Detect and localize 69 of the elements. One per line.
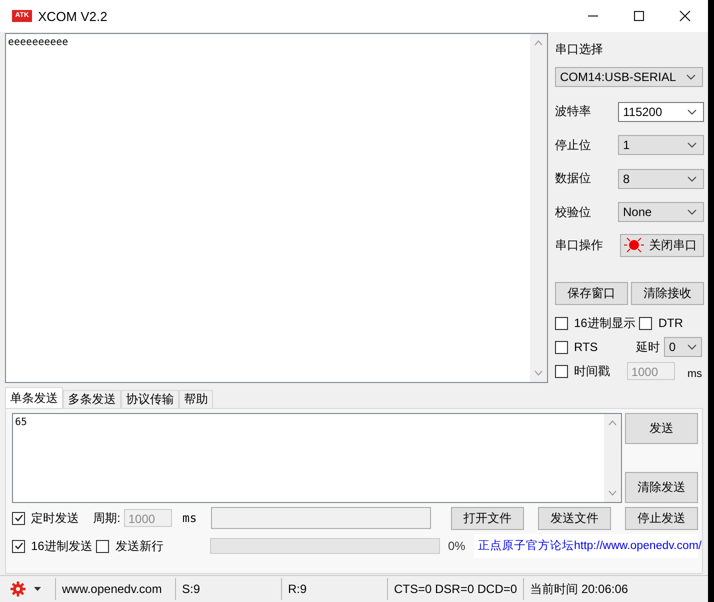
status-text: www.openedv.com <box>56 578 176 600</box>
checkbox[interactable] <box>96 540 110 552</box>
unit-label: ms <box>182 511 197 525</box>
status-text: R:9 <box>282 578 388 600</box>
file-button[interactable]: 发送文件 <box>538 506 611 530</box>
file-button[interactable]: 停止发送 <box>625 506 698 530</box>
checkbox-label: RTS <box>574 340 598 354</box>
tab[interactable]: 单条发送 <box>5 387 63 408</box>
setting-label: 停止位 <box>555 136 591 154</box>
scroll-down-icon <box>608 490 617 496</box>
period-label: 周期: <box>93 510 120 526</box>
checkbox[interactable] <box>555 340 568 354</box>
checkbox-label: 定时发送 <box>31 510 79 526</box>
checkbox[interactable] <box>12 540 25 552</box>
receive-area[interactable]: eeeeeeeeee <box>5 33 548 383</box>
setting-label: 数据位 <box>555 170 591 188</box>
delay-label: 延时 <box>636 338 660 356</box>
setting-dropdown[interactable]: 8 <box>618 168 704 189</box>
send-button[interactable]: 发送 <box>625 413 698 444</box>
checkbox-label: 发送新行 <box>115 538 164 554</box>
maximize-icon <box>633 10 645 22</box>
progress-reading: 0% <box>448 539 466 553</box>
status-text: S:9 <box>176 578 282 600</box>
close-icon <box>679 10 691 22</box>
chevron-down-icon <box>687 344 697 350</box>
setting-dropdown[interactable]: None <box>618 202 704 222</box>
setting-dropdown[interactable]: 115200 <box>618 102 704 122</box>
unit-label: ms <box>687 368 702 380</box>
chevron-down-icon <box>687 108 697 115</box>
delay-dropdown[interactable]: 0 <box>664 337 702 358</box>
tab[interactable]: 协议传输 <box>121 390 179 408</box>
panel-button[interactable]: 保存窗口 <box>555 282 628 306</box>
scroll-down-icon <box>534 370 543 376</box>
checkbox[interactable] <box>639 316 652 330</box>
checkbox-label: 时间戳 <box>574 362 610 380</box>
gear-icon[interactable] <box>10 581 26 597</box>
setting-label: 校验位 <box>555 204 591 220</box>
setting-dropdown[interactable]: 1 <box>618 135 704 156</box>
caret-icon[interactable] <box>34 587 41 591</box>
scrollbar[interactable] <box>530 34 547 382</box>
chevron-down-icon <box>686 74 696 80</box>
status-text: 当前时间 20:06:06 <box>529 580 630 598</box>
operation-label: 串口操作 <box>555 236 603 254</box>
status-text: CTS=0 DSR=0 DCD=0 <box>388 578 524 600</box>
checkbox[interactable] <box>555 316 568 330</box>
port-label: 串口选择 <box>555 41 604 58</box>
tab[interactable]: 帮助 <box>179 390 213 408</box>
panel-button[interactable]: 清除接收 <box>631 282 704 306</box>
send-text: 65 <box>14 416 28 430</box>
file-button[interactable]: 打开文件 <box>451 506 524 530</box>
close-port-button[interactable]: 关闭串口 <box>620 234 704 257</box>
checkbox-label: DTR <box>658 316 684 330</box>
chevron-down-icon <box>687 209 697 215</box>
port-dropdown[interactable]: COM14:USB-SERIAL <box>555 67 703 87</box>
setting-label: 波特率 <box>555 103 591 120</box>
send-button[interactable]: 清除发送 <box>625 472 698 503</box>
file-path-field[interactable] <box>210 507 431 529</box>
checkbox[interactable] <box>555 364 568 378</box>
checkbox-label: 16进制显示 <box>574 314 636 332</box>
window-title: XCOM V2.2 <box>38 8 108 24</box>
chevron-down-icon <box>687 176 697 182</box>
scroll-up-icon <box>534 40 543 46</box>
receive-text: eeeeeeeeee <box>7 36 70 50</box>
chevron-down-icon <box>687 142 697 148</box>
tab[interactable]: 多条发送 <box>63 390 121 408</box>
send-area[interactable]: 65 <box>12 413 622 503</box>
checkbox-label: 16进制发送 <box>31 538 92 554</box>
checkbox[interactable] <box>12 512 25 524</box>
scroll-up-icon <box>608 420 617 426</box>
